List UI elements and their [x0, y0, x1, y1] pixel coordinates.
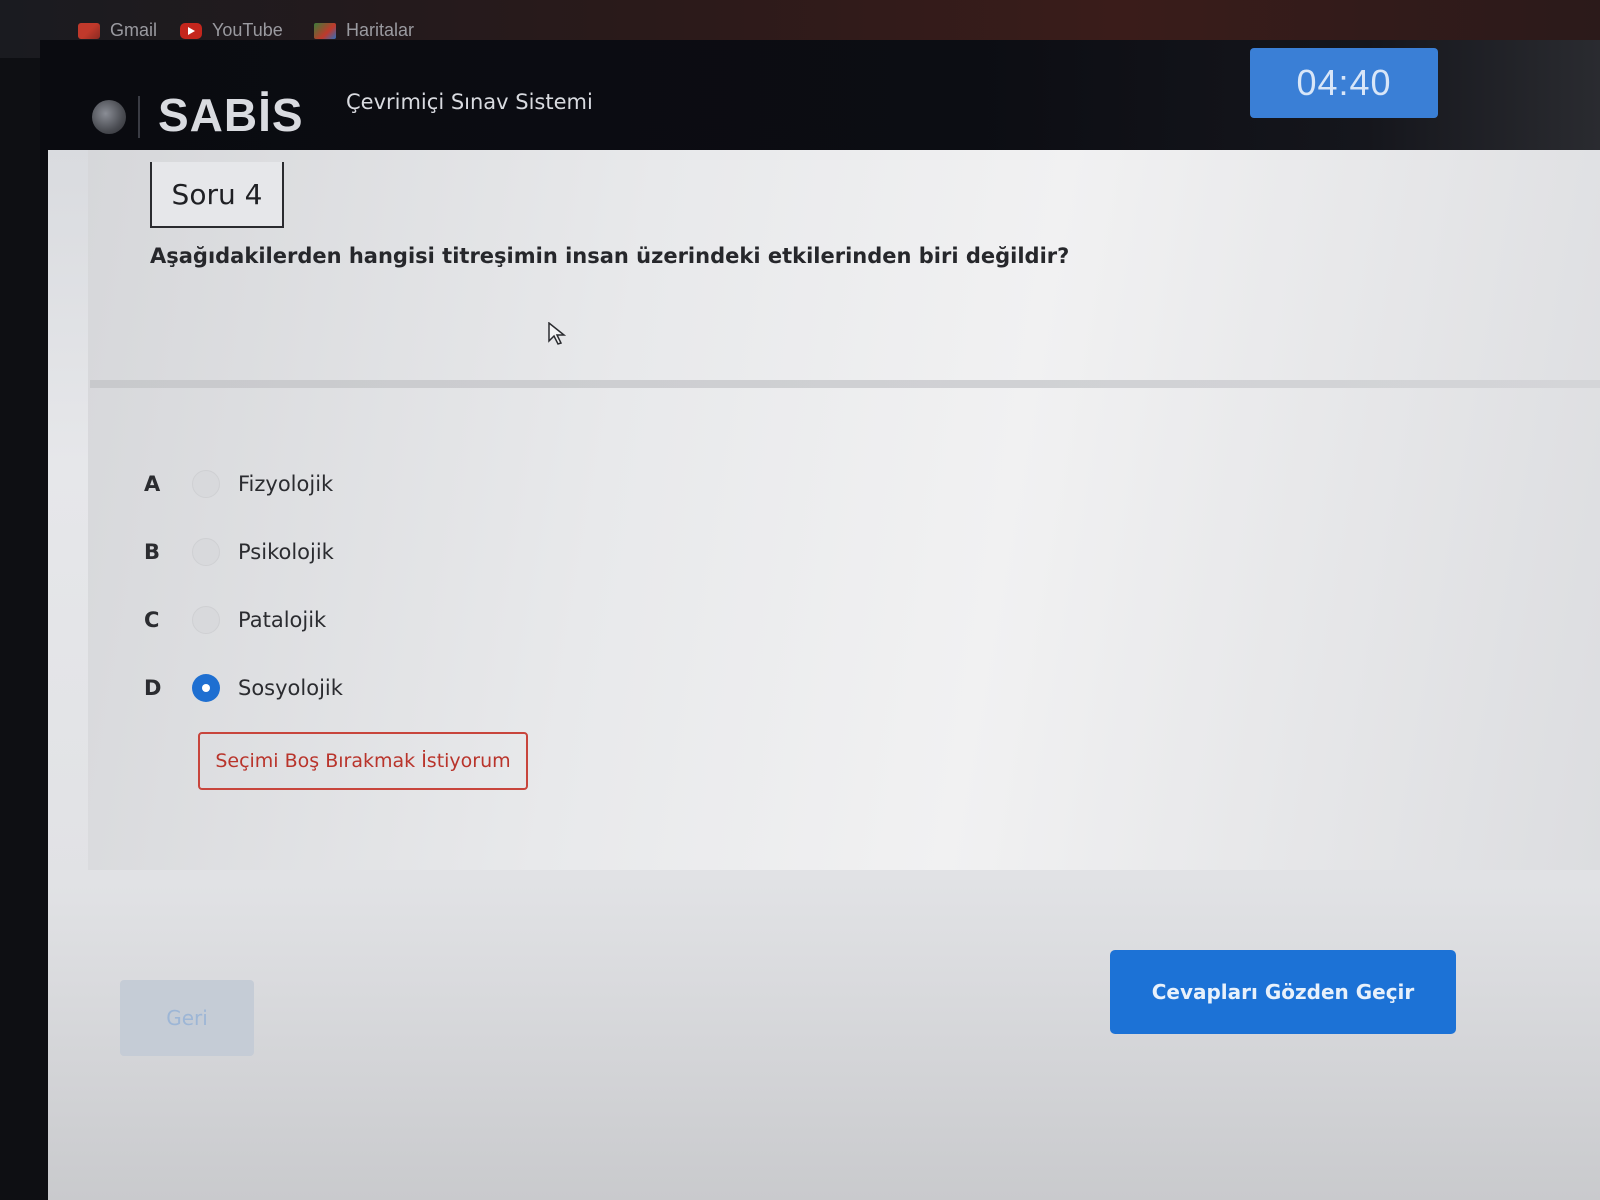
- option-text: Fizyolojik: [238, 472, 334, 496]
- review-answers-button[interactable]: Cevapları Gözden Geçir: [1110, 950, 1456, 1034]
- bookmark-label: YouTube: [212, 20, 283, 40]
- option-letter: C: [144, 608, 160, 632]
- option-text: Sosyolojik: [238, 676, 343, 700]
- option-letter: B: [144, 540, 161, 564]
- option-text: Psikolojik: [238, 540, 334, 564]
- option-letter: A: [144, 472, 161, 496]
- globe-icon: [92, 100, 126, 134]
- back-button[interactable]: Geri: [120, 980, 254, 1056]
- question-number: Soru 4: [150, 162, 284, 228]
- option-a[interactable]: A Fizyolojik: [144, 470, 333, 498]
- bookmark-label: Gmail: [110, 20, 158, 40]
- app-logo[interactable]: SABİS: [158, 88, 304, 142]
- radio-button[interactable]: [192, 538, 220, 566]
- option-d[interactable]: D Sosyolojik: [144, 674, 343, 702]
- divider: [90, 380, 1600, 388]
- bookmark-youtube[interactable]: YouTube: [180, 20, 283, 41]
- maps-icon: [314, 22, 336, 39]
- radio-button[interactable]: [192, 470, 220, 498]
- gmail-icon: [78, 22, 100, 39]
- option-c[interactable]: C Patalojik: [144, 606, 326, 634]
- system-title: Çevrimiçi Sınav Sistemi: [346, 90, 593, 114]
- mouse-cursor-icon: [548, 322, 566, 345]
- option-text: Patalojik: [238, 608, 327, 632]
- radio-button[interactable]: [192, 606, 220, 634]
- bookmark-label: Haritalar: [346, 20, 415, 40]
- youtube-icon: [180, 22, 202, 39]
- logo-divider: [138, 96, 140, 138]
- bookmark-maps[interactable]: Haritalar: [314, 20, 414, 41]
- leave-blank-button[interactable]: Seçimi Boş Bırakmak İstiyorum: [198, 732, 528, 790]
- screen-bezel: [0, 58, 48, 1200]
- radio-button-selected[interactable]: [192, 674, 220, 702]
- countdown-timer: 04:40: [1250, 48, 1438, 118]
- question-text: Aşağıdakilerden hangisi titreşimin insan…: [150, 244, 1070, 268]
- bookmark-gmail[interactable]: Gmail: [78, 20, 157, 41]
- option-b[interactable]: B Psikolojik: [144, 538, 334, 566]
- option-letter: D: [144, 676, 162, 700]
